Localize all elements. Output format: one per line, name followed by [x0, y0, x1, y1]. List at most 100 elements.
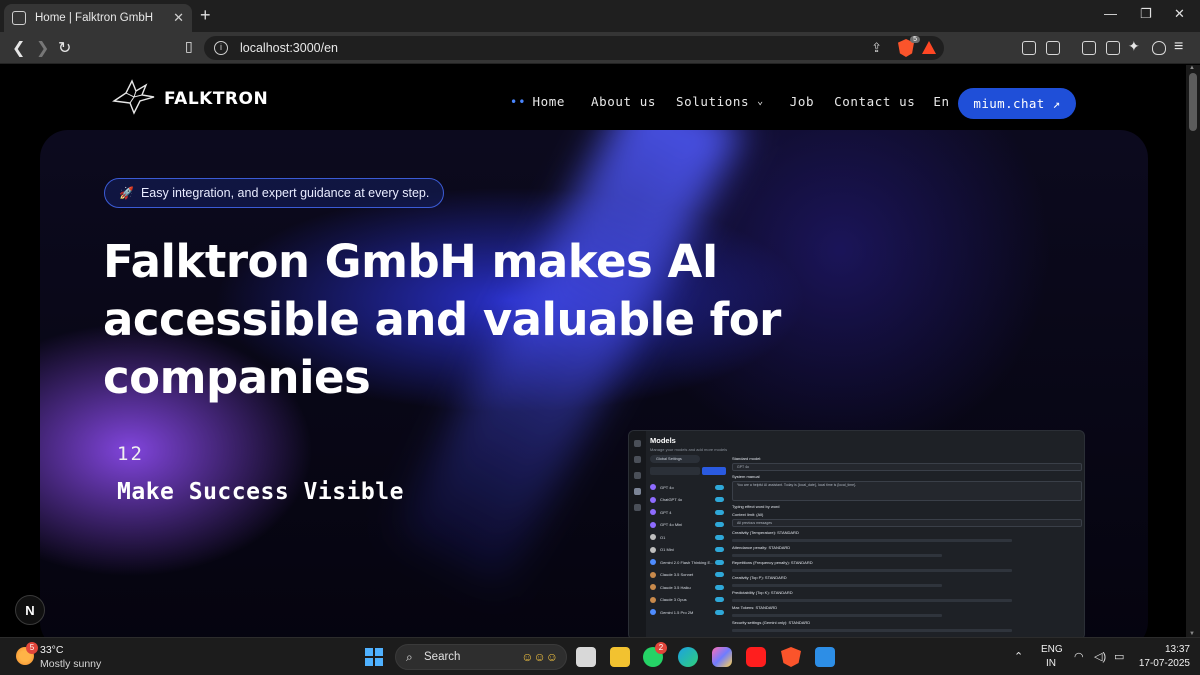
hero-counter: 12 [117, 443, 144, 465]
task-view-icon[interactable] [576, 647, 596, 667]
hero-headline: Falktron GmbH makes AI accessible and va… [103, 235, 781, 404]
model-toggle [715, 559, 724, 565]
model-name: O1 [660, 534, 666, 540]
reload-button[interactable]: ↻ [58, 38, 71, 58]
nav-job[interactable]: Job [790, 94, 814, 109]
scroll-up-icon[interactable]: ▲ [1189, 65, 1195, 71]
minimize-window-button[interactable]: — [1104, 6, 1117, 21]
preview-title: Models [650, 436, 676, 445]
nav-about[interactable]: About us [591, 94, 656, 109]
model-name: GPT 4o [660, 484, 674, 490]
url-text[interactable]: localhost:3000/en [240, 41, 338, 55]
model-logo-icon [650, 609, 656, 616]
preview-model-row: Gemini 2.0 Flash Thinking E... [650, 556, 724, 569]
leo-ai-icon[interactable]: ✦ [1128, 38, 1140, 55]
model-logo-icon [650, 484, 656, 491]
model-logo-icon [650, 546, 656, 553]
scrollbar-thumb[interactable] [1189, 73, 1197, 131]
model-toggle [715, 547, 724, 553]
wallet-icon[interactable] [1106, 41, 1120, 55]
preview-global-settings: Global Settings [650, 455, 700, 463]
file-explorer-icon[interactable] [610, 647, 630, 667]
clock-time[interactable]: 13:37 [1136, 644, 1190, 655]
vscode-icon[interactable] [815, 647, 835, 667]
model-name: Gemini 2.0 Flash Thinking E... [660, 559, 714, 565]
web-page: FALKTRON •• Home About us Solutions ⌄ Job … [0, 65, 1186, 637]
mium-chat-button[interactable]: mium.chat ↗ [958, 88, 1076, 119]
volume-icon[interactable]: ◁) [1094, 650, 1106, 663]
preview-model-row: O1 [650, 531, 724, 544]
nav-solutions[interactable]: Solutions ⌄ [676, 94, 764, 109]
extensions-icon[interactable] [1022, 41, 1036, 55]
preview-setting-label: Attendance penalty: STANDARD [732, 545, 791, 550]
model-logo-icon [650, 534, 656, 541]
windows-taskbar: 5 33°C Mostly sunny ⌕ Search ☺☺☺ 2 ⌃ ENG… [0, 637, 1200, 675]
page-favicon-icon [12, 11, 26, 25]
preview-plugins-icon [634, 472, 641, 479]
nextjs-devtools-button[interactable]: N [15, 595, 45, 625]
falcon-logo-icon [112, 79, 155, 115]
model-toggle [715, 572, 724, 578]
vpn-shield-icon[interactable] [1152, 41, 1166, 55]
show-hidden-icons-icon[interactable]: ⌃ [1014, 650, 1023, 663]
youtube-icon[interactable] [746, 647, 766, 667]
start-button[interactable] [365, 648, 383, 666]
nav-home[interactable]: •• Home [510, 94, 565, 109]
preview-subtitle: Manage your models and add more models [650, 447, 728, 452]
share-icon[interactable]: ⇪ [871, 40, 882, 56]
site-logo[interactable]: FALKTRON [112, 79, 268, 119]
back-button[interactable]: ❮ [12, 38, 25, 58]
copilot-icon[interactable] [712, 647, 732, 667]
close-window-button[interactable]: ✕ [1174, 6, 1185, 22]
brave-rewards-icon[interactable] [922, 41, 936, 54]
weather-condition[interactable]: Mostly sunny [40, 658, 101, 670]
bookmark-icon[interactable]: ▯ [185, 38, 193, 55]
browser-tab-bar: Home | Falktron GmbH ✕ + — ❐ ✕ [0, 0, 1200, 32]
weather-temperature[interactable]: 33°C [40, 644, 63, 656]
new-tab-button[interactable]: + [200, 5, 211, 26]
taskbar-search[interactable]: ⌕ Search ☺☺☺ [395, 644, 567, 670]
whatsapp-badge: 2 [655, 642, 667, 654]
preview-setting-label: Predictability (Top K): STANDARD [732, 590, 793, 595]
preview-assistants-icon [634, 456, 641, 463]
reader-mode-icon[interactable] [1046, 41, 1060, 55]
model-name: Claude 3.5 Haiku [660, 584, 691, 590]
edge-icon[interactable] [678, 647, 698, 667]
browser-tab-active[interactable]: Home | Falktron GmbH ✕ [4, 4, 192, 32]
tab-title: Home | Falktron GmbH [35, 12, 154, 24]
preview-setting-description [732, 569, 1012, 572]
rocket-icon: 🚀 [119, 186, 134, 200]
model-name: GPT 4o Mini [660, 522, 683, 528]
sidebar-icon[interactable] [1082, 41, 1096, 55]
brave-browser-icon[interactable] [781, 647, 801, 667]
battery-icon[interactable]: ▭ [1114, 650, 1124, 663]
wifi-icon[interactable]: ◠ [1074, 650, 1084, 663]
preview-model-row: GPT 4o [650, 481, 724, 494]
preview-model-list: GPT 4o ChatGPT 4o GPT 4 GPT 4o Mini O1 O1 Min… [650, 481, 724, 619]
nav-contact[interactable]: Contact us [834, 94, 915, 109]
model-logo-icon [650, 584, 656, 591]
nav-solutions-label: Solutions [675, 94, 750, 109]
preview-model-row: Claude 3 Opus [650, 594, 724, 607]
page-scrollbar[interactable]: ▲ ▼ [1186, 65, 1200, 637]
close-tab-icon[interactable]: ✕ [173, 10, 184, 26]
app-preview-screenshot: Models Manage your models and add more m… [628, 430, 1085, 637]
region-indicator[interactable]: IN [1046, 658, 1056, 669]
address-bar[interactable]: i localhost:3000/en ⇪ 5 [204, 36, 944, 60]
model-name: Claude 3 Opus [660, 597, 687, 603]
site-info-icon[interactable]: i [214, 41, 228, 55]
forward-button[interactable]: ❯ [36, 38, 49, 58]
menu-icon[interactable]: ≡ [1174, 38, 1183, 56]
preview-standard-model-field: GPT 4o [732, 463, 1082, 471]
model-toggle [715, 597, 724, 603]
taskbar-search-label: Search [424, 651, 461, 663]
restore-window-button[interactable]: ❐ [1140, 6, 1152, 22]
preview-reorder-button [702, 467, 726, 475]
clock-date[interactable]: 17-07-2025 [1136, 658, 1190, 669]
preview-setting-description [732, 554, 942, 557]
search-icon: ⌕ [406, 650, 413, 664]
language-indicator[interactable]: ENG [1041, 644, 1063, 655]
model-name: Gemini 1.5 Pro 2M [660, 609, 694, 615]
model-logo-icon [650, 521, 656, 528]
preview-model-row: Claude 3.5 Sonnet [650, 569, 724, 582]
